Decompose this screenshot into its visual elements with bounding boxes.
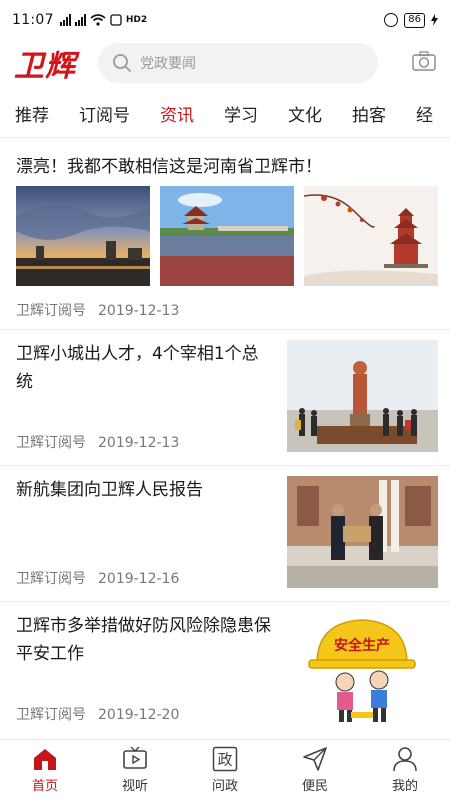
news-title: 新航集团向卫辉人民报告: [16, 480, 203, 500]
bottom-nav: 首页 视听 政 问政 便民 我的: [0, 739, 450, 800]
tab-subscriptions[interactable]: 订阅号: [64, 101, 145, 126]
tv-icon: [123, 746, 147, 769]
nav-label: 首页: [31, 779, 58, 794]
news-meta: 卫辉订阅号 2019-12-16: [16, 568, 179, 588]
news-title: 卫辉市多举措做好防风险除隐患保平安工作: [16, 616, 271, 664]
safety-helmet-text: 安全生产: [334, 637, 390, 654]
hd-call-icon: [110, 14, 122, 26]
news-image-row: [16, 186, 438, 286]
news-source: 卫辉订阅号: [16, 571, 86, 587]
nav-services[interactable]: 便民: [270, 740, 360, 800]
statue-crowd-image: [287, 340, 438, 452]
camera-icon[interactable]: [412, 51, 436, 71]
nav-politics[interactable]: 政 问政: [180, 740, 270, 800]
news-source: 卫辉订阅号: [16, 707, 86, 723]
tab-recommend[interactable]: 推荐: [0, 101, 64, 126]
news-source: 卫辉订阅号: [16, 435, 86, 451]
news-item[interactable]: 漂亮！我都不敢相信这是河南省卫辉市！ 卫辉订阅号 2019-12-13: [0, 140, 450, 330]
nav-profile[interactable]: 我的: [360, 740, 450, 800]
news-meta: 卫辉订阅号 2019-12-20: [16, 704, 179, 724]
donation-photo-image: [287, 476, 438, 588]
news-source: 卫辉订阅号: [16, 303, 86, 319]
search-placeholder: 党政要闻: [140, 56, 196, 72]
tab-photographer[interactable]: 拍客: [337, 101, 401, 126]
politics-icon: 政: [212, 746, 238, 772]
news-date: 2019-12-16: [98, 571, 180, 587]
nav-home[interactable]: 首页: [0, 740, 90, 800]
tab-economy[interactable]: 经: [401, 101, 448, 126]
pagoda-painting-image: [304, 186, 438, 286]
nav-label: 便民: [301, 779, 328, 794]
channel-tabs: 推荐 订阅号 资讯 学习 文化 拍客 经: [0, 90, 450, 138]
send-icon: [303, 747, 327, 771]
app-header: 卫辉 党政要闻: [0, 40, 450, 86]
alarm-icon: [384, 13, 399, 27]
app-logo[interactable]: 卫辉: [14, 41, 98, 85]
city-sunset-image: [16, 186, 150, 286]
network-label: HD2: [125, 15, 148, 25]
news-meta: 卫辉订阅号 2019-12-13: [16, 432, 179, 452]
search-icon: [113, 54, 132, 73]
tab-culture[interactable]: 文化: [273, 101, 337, 126]
news-date: 2019-12-13: [98, 303, 180, 319]
news-title: 卫辉小城出人才，4个宰相1个总统: [16, 344, 259, 392]
status-bar: 11:07 HD2 86: [0, 0, 450, 40]
politics-icon-text: 政: [217, 751, 232, 769]
signal-icon: [74, 14, 86, 26]
nav-label: 我的: [391, 779, 418, 794]
news-date: 2019-12-13: [98, 435, 180, 451]
nav-label: 视听: [121, 779, 148, 794]
news-date: 2019-12-20: [98, 707, 180, 723]
home-icon: [34, 749, 56, 770]
safety-helmet-image: 安全生产: [287, 612, 438, 724]
search-bar[interactable]: 党政要闻: [98, 43, 378, 83]
news-feed: 漂亮！我都不敢相信这是河南省卫辉市！ 卫辉订阅号 2019-12-13 卫辉小城…: [0, 140, 450, 738]
news-title: 漂亮！我都不敢相信这是河南省卫辉市！: [16, 157, 322, 177]
status-right: 86: [384, 12, 438, 28]
battery-icon: 86: [404, 12, 425, 28]
signal-icon: [59, 14, 71, 26]
news-item[interactable]: 新航集团向卫辉人民报告 卫辉订阅号 2019-12-16: [0, 466, 450, 602]
user-icon: [393, 747, 417, 772]
pavilion-lake-image: [160, 186, 294, 286]
nav-video[interactable]: 视听: [90, 740, 180, 800]
tab-news[interactable]: 资讯: [145, 101, 209, 126]
wifi-icon: [90, 14, 106, 26]
status-icons: HD2: [59, 14, 148, 26]
news-item[interactable]: 卫辉小城出人才，4个宰相1个总统 卫辉订阅号 2019-12-13: [0, 330, 450, 466]
news-item[interactable]: 卫辉市多举措做好防风险除隐患保平安工作 安全生产 卫辉订阅号 2019-12-20: [0, 602, 450, 738]
news-meta: 卫辉订阅号 2019-12-13: [16, 300, 179, 320]
nav-label: 问政: [211, 779, 238, 794]
charging-icon: [431, 14, 438, 26]
tab-study[interactable]: 学习: [209, 101, 273, 126]
battery-level: 86: [408, 14, 421, 25]
status-time: 11:07: [12, 12, 54, 28]
